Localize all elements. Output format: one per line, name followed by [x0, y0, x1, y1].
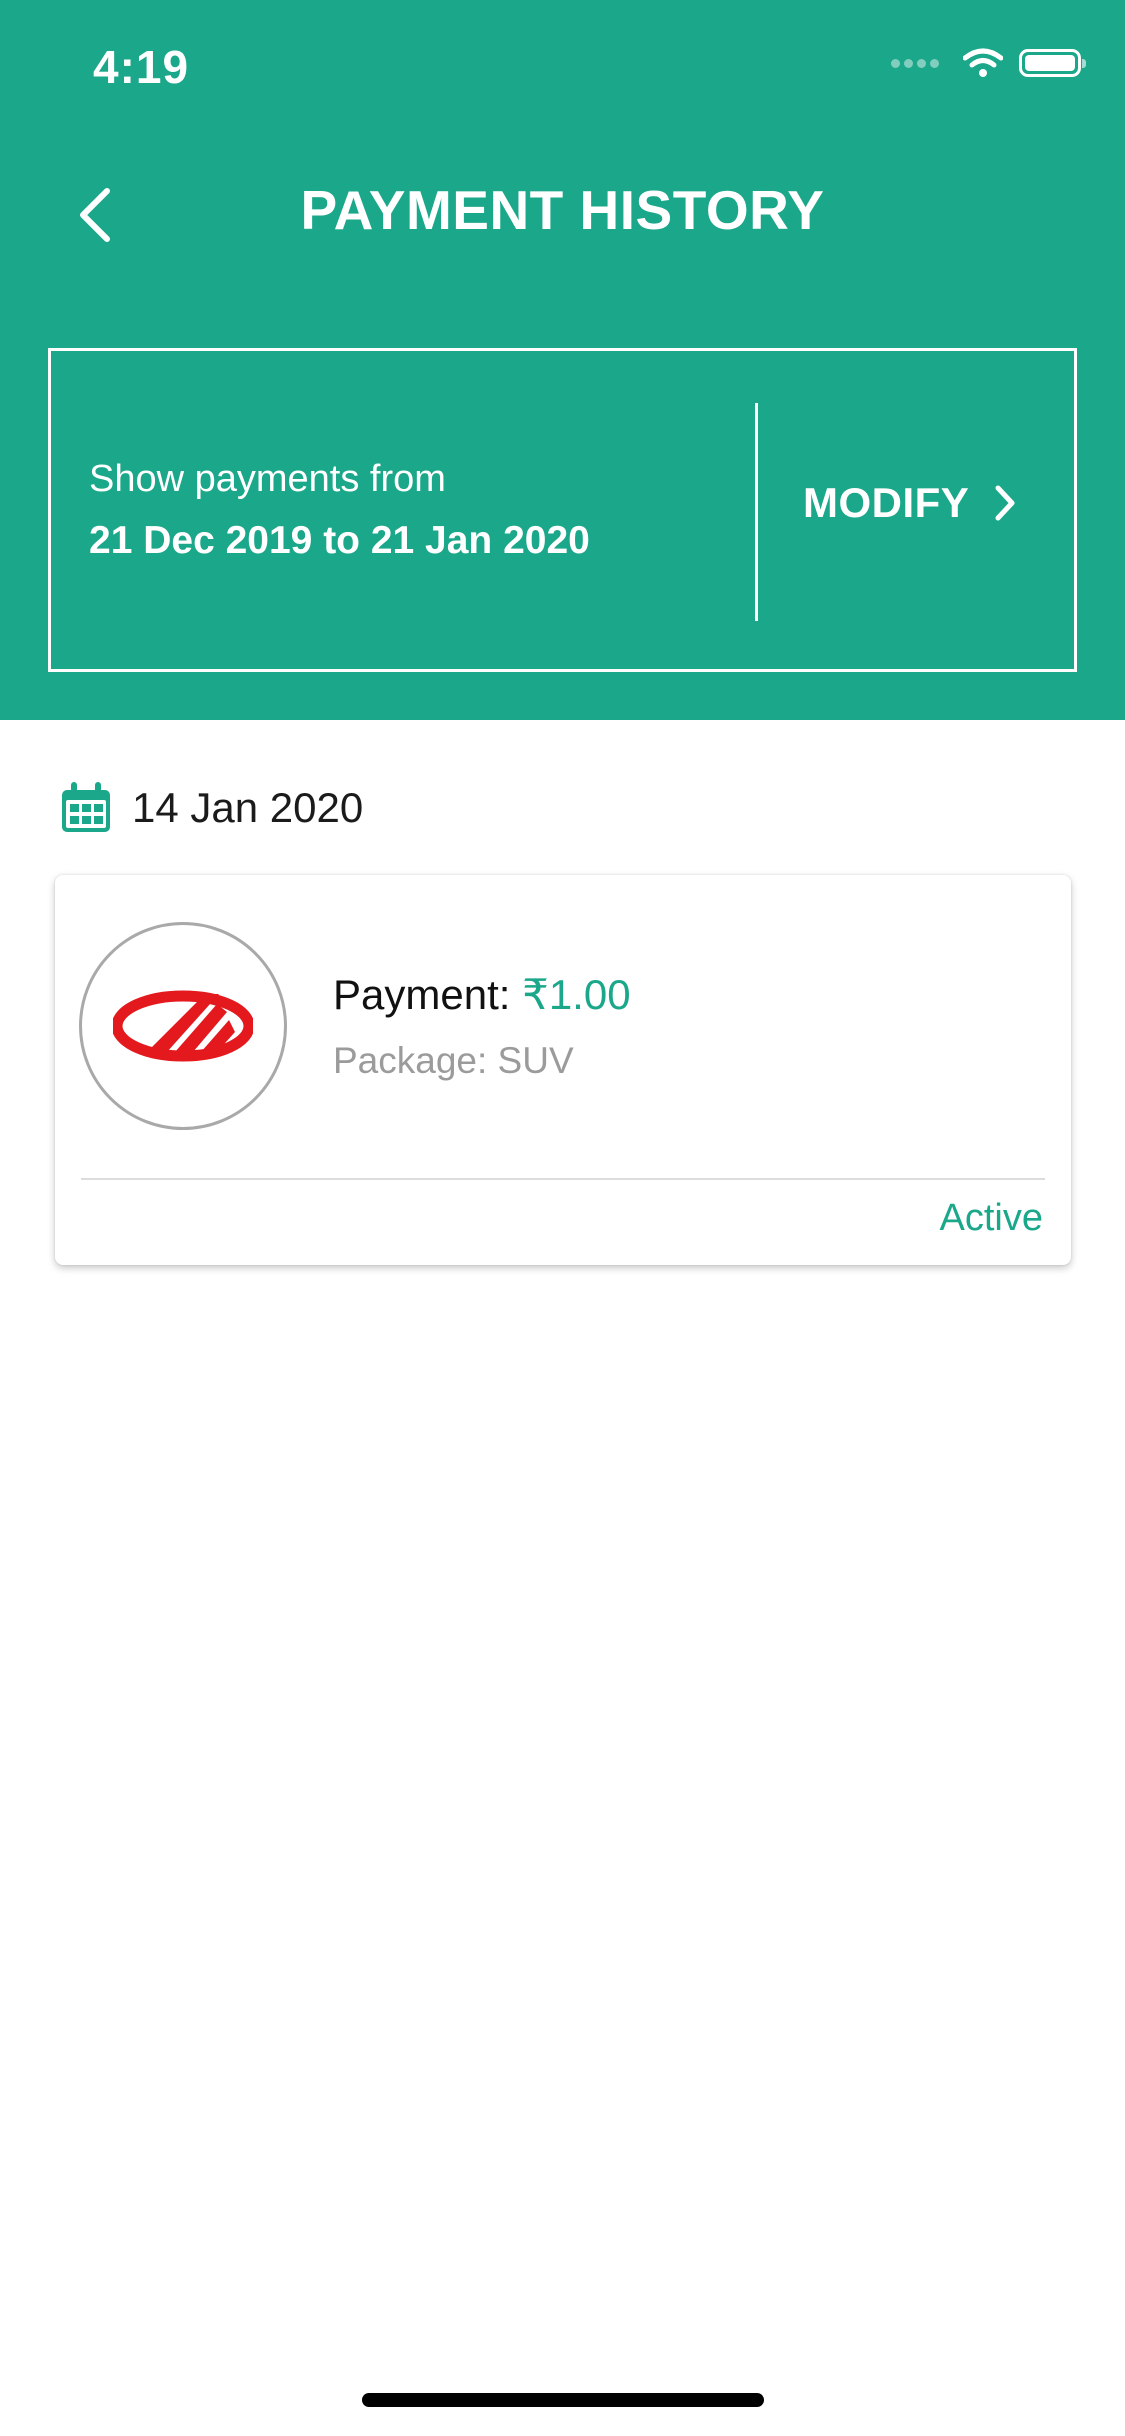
card-divider [81, 1178, 1045, 1180]
payment-amount: ₹1.00 [522, 971, 631, 1018]
signal-icon [891, 58, 943, 68]
modify-label: MODIFY [803, 479, 970, 526]
filter-date-range: 21 Dec 2019 to 21 Jan 2020 [89, 519, 590, 562]
payment-label: Payment: [333, 971, 511, 1018]
wifi-icon [963, 48, 1003, 77]
chevron-right-icon [993, 483, 1017, 523]
payment-card[interactable]: Payment: ₹1.00 Package: SUV Active [55, 875, 1071, 1265]
page-title: PAYMENT HISTORY [300, 179, 825, 241]
group-date: 14 Jan 2020 [132, 784, 364, 831]
payment-line: Payment: ₹1.00 [333, 970, 631, 1019]
filter-label: Show payments from [89, 458, 446, 500]
status-icons [891, 48, 1086, 78]
home-indicator[interactable] [362, 2393, 764, 2407]
battery-icon [1019, 49, 1086, 77]
header-bar: 4:19 PAYMENT HISTORY Show payments from … [0, 0, 1125, 720]
filter-divider [755, 403, 758, 621]
status-badge: Active [939, 1197, 1043, 1239]
calendar-icon [62, 782, 110, 832]
date-filter-box: Show payments from 21 Dec 2019 to 21 Jan… [48, 348, 1077, 672]
status-time: 4:19 [93, 41, 190, 93]
date-group-header: 14 Jan 2020 [58, 780, 363, 836]
package-label: Package: SUV [333, 1040, 574, 1081]
modify-button[interactable]: MODIFY [803, 463, 1017, 543]
mahindra-logo-icon [79, 922, 287, 1130]
